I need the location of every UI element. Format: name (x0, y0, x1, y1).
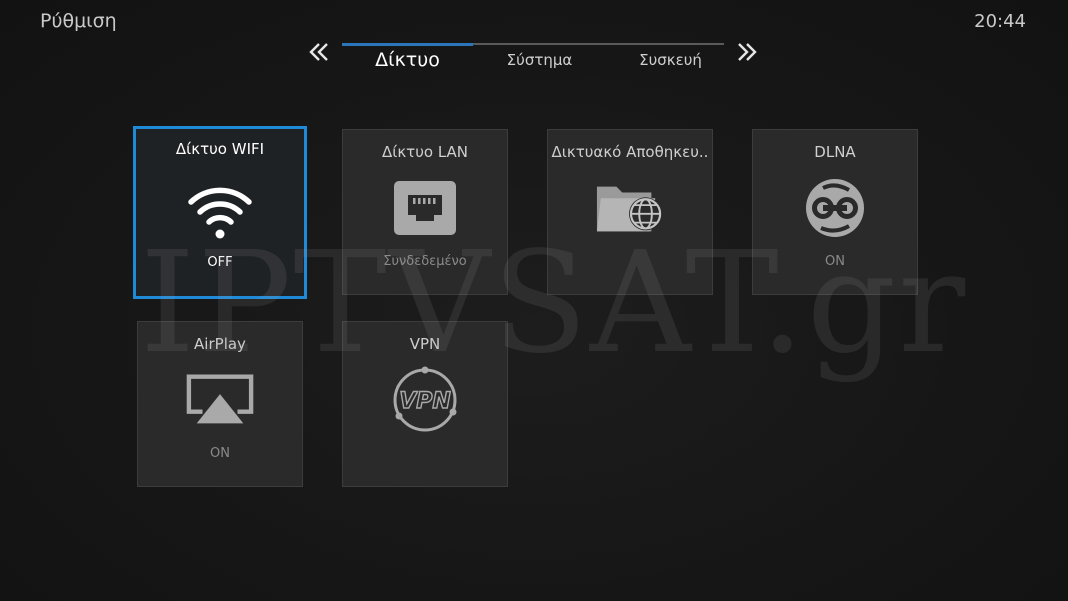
ethernet-icon (390, 178, 460, 238)
tile-status: ON (825, 254, 845, 269)
svg-text:VPN: VPN (399, 389, 451, 414)
wifi-icon (185, 181, 255, 241)
tile-wifi[interactable]: Δίκτυο WIFI OFF (133, 126, 307, 299)
tab-network[interactable]: Δίκτυο (342, 49, 473, 71)
tile-label: VPN (409, 335, 441, 353)
network-folder-icon (595, 178, 665, 238)
tile-status: Συνδεδεμένο (383, 254, 467, 269)
tile-status: OFF (207, 255, 233, 270)
dlna-icon (800, 178, 870, 238)
tile-status: ON (210, 446, 230, 461)
chevron-right-icon[interactable] (734, 39, 760, 65)
tab-system[interactable]: Σύστημα (474, 51, 605, 69)
tile-airplay[interactable]: AirPlay ON (137, 321, 303, 487)
page-title: Ρύθμιση (40, 10, 117, 32)
tile-label: AirPlay (194, 335, 246, 353)
tab-active-indicator (342, 43, 473, 46)
airplay-icon (185, 370, 255, 430)
vpn-icon: VPN (390, 366, 460, 432)
clock: 20:44 (974, 11, 1026, 32)
chevron-left-icon[interactable] (306, 39, 332, 65)
tile-dlna[interactable]: DLNA ON (752, 129, 918, 295)
tile-label: DLNA (814, 143, 856, 161)
tile-label: Δικτυακό Αποθηκευ.. (551, 143, 709, 161)
settings-screen: Ρύθμιση 20:44 Δίκτυο Σύστημα Συσκευή Δίκ… (0, 0, 1068, 601)
tab-device[interactable]: Συσκευή (605, 51, 736, 69)
tile-label: Δίκτυο WIFI (175, 140, 265, 158)
tile-vpn[interactable]: VPN VPN (342, 321, 508, 487)
tab-bar: Δίκτυο Σύστημα Συσκευή (300, 33, 770, 83)
tile-lan[interactable]: Δίκτυο LAN Συνδεδεμένο (342, 129, 508, 295)
tile-network-storage[interactable]: Δικτυακό Αποθηκευ.. (547, 129, 713, 295)
tile-label: Δίκτυο LAN (381, 143, 468, 161)
